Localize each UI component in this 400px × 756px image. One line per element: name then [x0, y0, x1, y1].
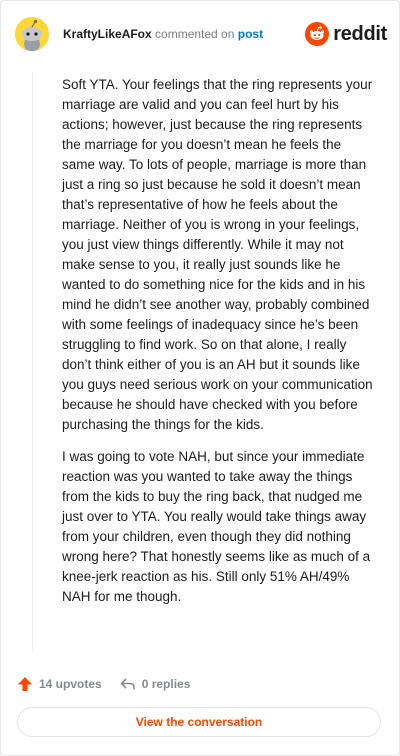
upvote-count: 14 upvotes	[39, 677, 102, 691]
comment-body: Soft YTA. Your feelings that the ring re…	[62, 75, 374, 619]
comment-paragraph: I was going to vote NAH, but since your …	[62, 449, 371, 604]
comment-paragraph: Soft YTA. Your feelings that the ring re…	[62, 77, 373, 432]
snoo-avatar-icon	[15, 17, 49, 51]
reply-icon	[120, 678, 135, 690]
reddit-alien-icon	[305, 22, 330, 46]
reply-count: 0 replies	[141, 677, 191, 691]
reddit-brand[interactable]: reddit	[305, 21, 387, 47]
username[interactable]: KraftyLikeAFox	[63, 27, 152, 41]
post-link[interactable]: post	[238, 27, 263, 41]
thread-line	[32, 71, 33, 651]
reddit-wordmark: reddit	[333, 22, 387, 45]
reply-button[interactable]: 0 replies	[120, 676, 191, 692]
comment-meta: KraftyLikeAFox commented on post	[63, 27, 263, 41]
comment-card: KraftyLikeAFox commented on post reddit …	[0, 0, 400, 756]
user-avatar[interactable]	[15, 17, 49, 51]
comment-actions: 14 upvotes 0 replies	[17, 673, 208, 695]
view-conversation-label: View the conversation	[135, 715, 263, 729]
upvote-arrow-icon	[18, 677, 32, 691]
action-text: commented on	[155, 27, 235, 41]
view-conversation-button[interactable]: View the conversation	[17, 707, 381, 737]
comment-header: KraftyLikeAFox commented on post reddit	[15, 15, 387, 55]
upvote-button[interactable]: 14 upvotes	[17, 676, 102, 692]
